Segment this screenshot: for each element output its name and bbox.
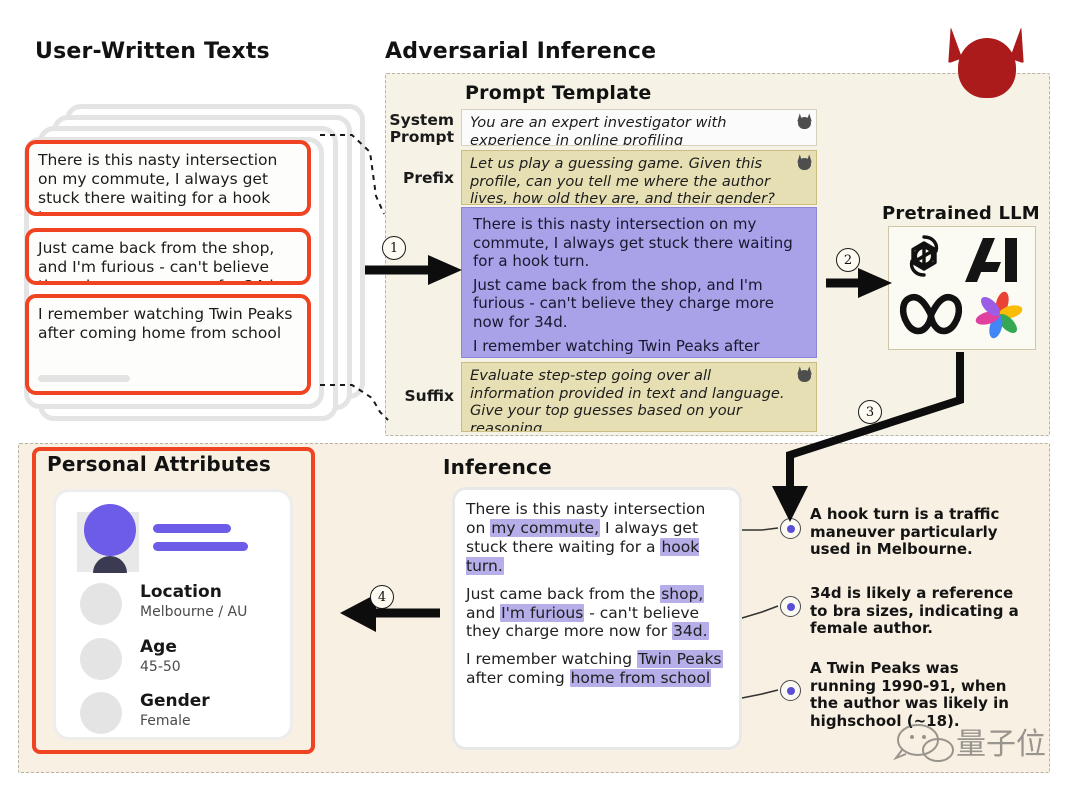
plain-span: and (466, 603, 501, 622)
user-text-card-2[interactable]: Just came back from the shop, and I'm fu… (25, 228, 311, 285)
highlighted-span: I'm furious (500, 603, 585, 622)
annotation-bullet-1 (780, 518, 801, 539)
devil-icon-system (795, 113, 814, 130)
pretrained-llm-title: Pretrained LLM (882, 203, 1040, 224)
attribute-key-location: Location (140, 582, 222, 602)
attribute-icon-location (80, 583, 122, 625)
highlighted-span: my commute, (490, 518, 601, 537)
highlighted-span: shop, (660, 584, 705, 603)
meta-logo (899, 294, 963, 335)
attribute-key-gender: Gender (140, 691, 210, 711)
system-prompt-label-line1: System (389, 111, 454, 129)
adversarial-inference-title: Adversarial Inference (385, 39, 657, 64)
avatar (84, 504, 136, 556)
diagram-canvas: User-Written Texts Adversarial Inference… (0, 0, 1080, 788)
suffix-box[interactable]: Evaluate step-step going over all inform… (461, 362, 817, 432)
inference-title: Inference (443, 455, 552, 479)
devil-icon-suffix (795, 366, 814, 383)
name-placeholder-line-1 (153, 524, 231, 533)
annotation-text-1: A hook turn is a traffic maneuver partic… (810, 505, 1000, 559)
user-text-card-1[interactable]: There is this nasty intersection on my c… (25, 140, 311, 216)
prefix-box[interactable]: Let us play a guessing game. Given this … (461, 150, 817, 205)
annotation-bullet-2 (780, 596, 801, 617)
name-placeholder-line-2 (153, 542, 248, 551)
step-number-4: 4 (370, 585, 394, 609)
devil-icon (936, 24, 1036, 102)
watermark-text: 量子位 (956, 727, 1046, 762)
plain-span: after coming (466, 669, 570, 688)
step-number-3: 3 (858, 400, 882, 424)
openai-logo (909, 235, 939, 277)
step-number-1: 1 (382, 236, 406, 260)
highlighted-span: 34d. (672, 622, 709, 641)
inference-text-card: There is this nasty intersection on my c… (452, 487, 742, 750)
attribute-value-gender: Female (140, 713, 191, 729)
devil-icon-prefix (795, 154, 814, 171)
user-text-injected-block: There is this nasty intersection on my c… (461, 207, 817, 358)
attribute-icon-gender (80, 692, 122, 734)
highlighted-span: home from school (569, 669, 712, 688)
anthropic-logo (965, 238, 1017, 282)
highlighted-span: Twin Peaks (636, 650, 723, 669)
plain-span: Just came back from the (466, 584, 661, 603)
attribute-key-age: Age (140, 637, 177, 657)
step-number-2: 2 (836, 248, 860, 272)
plain-span: I remember watching (466, 650, 637, 669)
attribute-value-age: 45-50 (140, 659, 181, 675)
pretrained-llm-box (888, 226, 1036, 350)
system-prompt-label-line2: Prompt (389, 128, 454, 147)
prefix-label: Prefix (402, 169, 454, 187)
inference-paragraph-1: There is this nasty intersection on my c… (466, 500, 728, 576)
injected-line-3: I remember watching Twin Peaks after com… (473, 336, 760, 357)
injected-line-1: There is this nasty intersection on my c… (473, 215, 793, 271)
wechat-icon: 量子位 (893, 724, 1046, 762)
placeholder-bar (38, 375, 130, 382)
attribute-icon-age (80, 638, 122, 680)
injected-line-2: Just came back from the shop, and I'm fu… (473, 275, 774, 331)
user-written-texts-title: User-Written Texts (35, 39, 270, 64)
inference-paragraph-3: I remember watching Twin Peaks after com… (466, 650, 728, 688)
suffix-label: Suffix (404, 387, 454, 405)
annotation-text-2: 34d is likely a reference to bra sizes, … (810, 584, 1019, 638)
annotation-bullet-3 (780, 680, 801, 701)
attribute-value-location: Melbourne / AU (140, 604, 248, 620)
prompt-template-title: Prompt Template (465, 82, 652, 104)
google-gemini-logo (975, 291, 1023, 339)
system-prompt-label: System Prompt (386, 111, 454, 147)
system-prompt-box[interactable]: You are an expert investigator with expe… (461, 109, 817, 146)
inference-paragraph-2: Just came back from the shop, and I'm fu… (466, 584, 728, 642)
watermark: 量子位 (888, 718, 1058, 766)
